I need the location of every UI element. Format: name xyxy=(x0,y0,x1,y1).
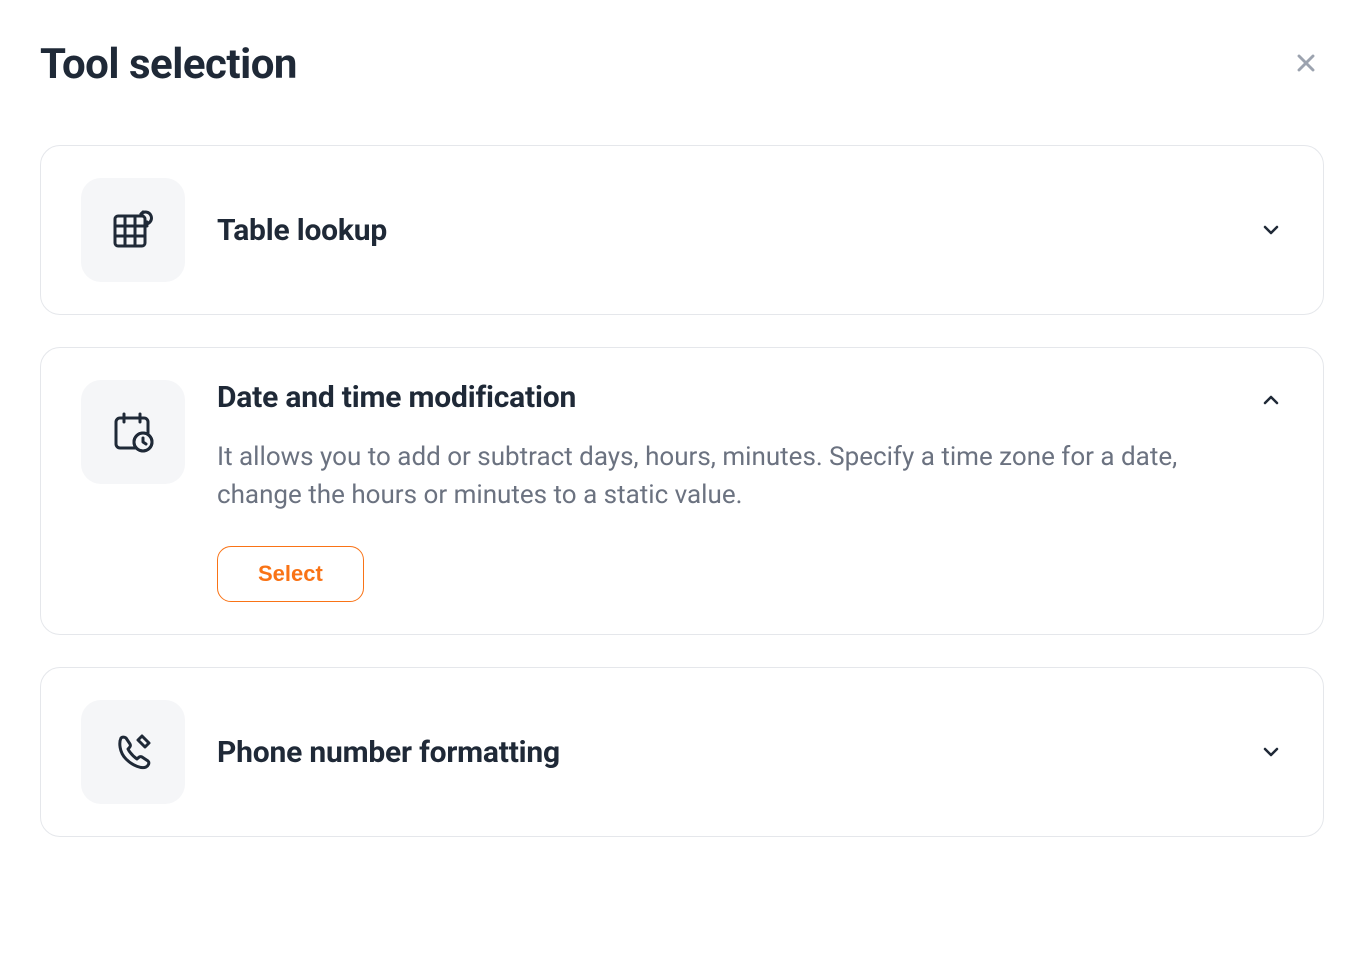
tool-card-phone-formatting[interactable]: Phone number formatting xyxy=(40,667,1324,837)
chevron-down-icon xyxy=(1259,740,1283,764)
tool-card-body: Phone number formatting xyxy=(217,735,1227,770)
close-icon xyxy=(1292,65,1320,80)
page-title: Tool selection xyxy=(40,40,297,89)
tool-card-body: Date and time modification It allows you… xyxy=(217,380,1227,602)
select-button[interactable]: Select xyxy=(217,546,364,602)
calendar-clock-icon xyxy=(81,380,185,484)
table-lookup-icon xyxy=(81,178,185,282)
tool-card-date-time[interactable]: Date and time modification It allows you… xyxy=(40,347,1324,635)
tool-description: It allows you to add or subtract days, h… xyxy=(217,439,1227,514)
chevron-down-icon xyxy=(1259,218,1283,242)
close-button[interactable] xyxy=(1288,45,1324,84)
chevron-up-icon xyxy=(1259,388,1283,412)
tool-title: Date and time modification xyxy=(217,380,1227,415)
modal-header: Tool selection xyxy=(40,40,1324,89)
tool-title: Table lookup xyxy=(217,213,1227,248)
tool-list: Table lookup Date and time modification … xyxy=(40,145,1324,837)
tool-card-body: Table lookup xyxy=(217,213,1227,248)
phone-edit-icon xyxy=(81,700,185,804)
tool-title: Phone number formatting xyxy=(217,735,1227,770)
tool-card-table-lookup[interactable]: Table lookup xyxy=(40,145,1324,315)
